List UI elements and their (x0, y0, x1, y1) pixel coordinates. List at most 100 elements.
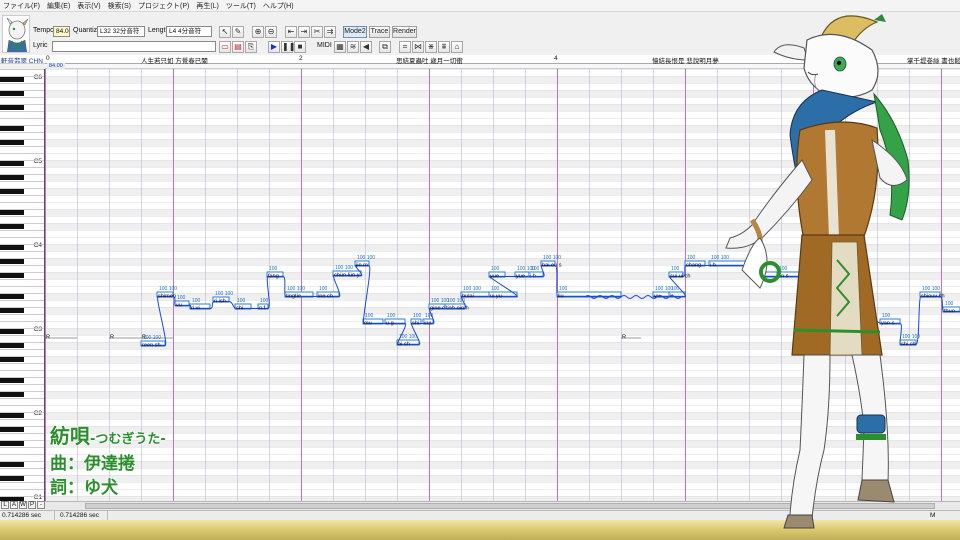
key-divider (0, 83, 44, 84)
piano-roll-canvas[interactable]: R R Rreen sh100 100shimen100 100vu100ri vi… (45, 69, 960, 501)
note-lyric: shi (236, 306, 243, 312)
key-divider (0, 321, 44, 322)
black-key[interactable] (0, 294, 24, 299)
note-lyric: u g (386, 321, 394, 327)
black-key[interactable] (0, 161, 24, 166)
black-key[interactable] (0, 378, 24, 383)
black-key[interactable] (0, 329, 24, 334)
lyric-input[interactable] (52, 41, 216, 52)
key-divider (0, 405, 44, 406)
piano-roll-grid[interactable]: R R Rreen sh 100 100 shimen 100 100 vu 100 ri vi… (45, 69, 960, 501)
transform-icon-2[interactable]: ⌗ (399, 41, 411, 53)
black-key[interactable] (0, 245, 24, 250)
note-velocity: 100 (192, 298, 201, 304)
transform-icon-5[interactable]: ⩩ (438, 41, 450, 53)
black-key[interactable] (0, 224, 24, 229)
menu-edit[interactable]: 編集(E) (47, 1, 70, 11)
black-key[interactable] (0, 427, 24, 432)
black-key[interactable] (0, 259, 24, 264)
speaker-icon[interactable]: ◀ (360, 41, 372, 53)
grid-row (45, 468, 960, 475)
grid-row (45, 223, 960, 230)
render-button[interactable]: Render (392, 26, 417, 38)
transform-icon-6[interactable]: ⌂ (451, 41, 463, 53)
move-right-icon[interactable]: ⇥ (298, 26, 310, 38)
zoom-l-button[interactable]: L (1, 501, 9, 509)
lyric-apply-icon[interactable]: ▭ (219, 41, 231, 53)
quantize-select[interactable]: L32 32分音符 (97, 26, 145, 37)
black-key[interactable] (0, 126, 24, 131)
key-divider (0, 363, 44, 364)
track-name[interactable]: 軒音翡翠 CHN (0, 55, 45, 64)
menu-help[interactable]: ヘルプ(H) (263, 1, 294, 11)
black-key[interactable] (0, 441, 24, 446)
scrollbar-thumb[interactable] (85, 503, 935, 509)
zoom-a-button[interactable]: A (10, 501, 18, 509)
horizontal-scrollbar[interactable] (45, 501, 960, 510)
note-lyric: mu (364, 321, 372, 327)
key-divider (0, 111, 44, 112)
black-key[interactable] (0, 175, 24, 180)
zoom-p-button[interactable]: P (28, 501, 36, 509)
grid-row (45, 321, 960, 328)
split-icon[interactable]: ✂ (311, 26, 323, 38)
lyric-export-icon[interactable]: ⎘ (245, 41, 257, 53)
grid-row (45, 209, 960, 216)
note-velocity: 100 (531, 266, 540, 272)
black-key[interactable] (0, 140, 24, 145)
menu-view[interactable]: 表示(V) (77, 1, 100, 11)
note-velocity: 100 (491, 286, 500, 292)
move-left-icon[interactable]: ⇤ (285, 26, 297, 38)
zoom-w-button[interactable]: W (19, 501, 27, 509)
stop-icon[interactable]: ■ (294, 41, 306, 53)
zoom-in-icon[interactable]: ⊕ (252, 26, 264, 38)
menu-search[interactable]: 検索(S) (108, 1, 131, 11)
timeline-ruler[interactable]: 0 2 4 人生若只如 方覺春已闌 思結夏蟲吐 歲月一切衝 憶結長恨是 悲說明月… (45, 55, 960, 65)
arrow-tool-icon[interactable]: ↖ (219, 26, 231, 38)
grid-row (45, 202, 960, 209)
grid-row (45, 419, 960, 426)
transform-icon-1[interactable]: ⧉ (379, 41, 391, 53)
grid-row (45, 349, 960, 356)
black-key[interactable] (0, 105, 24, 110)
zoom-out-icon[interactable]: ⊖ (265, 26, 277, 38)
black-key[interactable] (0, 343, 24, 348)
midi-wave-icon[interactable]: ≋ (347, 41, 359, 53)
note-lyric: yue (516, 274, 525, 280)
merge-icon[interactable]: ⇉ (324, 26, 336, 38)
midi-grid-icon[interactable]: ▦ (334, 41, 346, 53)
black-key[interactable] (0, 77, 24, 82)
pause-icon[interactable]: ❚❚ (281, 41, 295, 53)
black-key[interactable] (0, 476, 24, 481)
black-key[interactable] (0, 210, 24, 215)
menu-play[interactable]: 再生(L) (196, 1, 219, 11)
black-key[interactable] (0, 413, 24, 418)
length-select[interactable]: L4 4分音符 (166, 26, 212, 37)
black-key[interactable] (0, 462, 24, 467)
black-key[interactable] (0, 392, 24, 397)
lyric-edit-icon[interactable]: ▤ (232, 41, 244, 53)
pencil-tool-icon[interactable]: ✎ (232, 26, 244, 38)
menu-tools[interactable]: ツール(T) (226, 1, 256, 11)
note-lyric: reen sh (142, 343, 161, 349)
transform-icon-4[interactable]: ⋇ (425, 41, 437, 53)
black-key[interactable] (0, 357, 24, 362)
grid-row (45, 482, 960, 489)
status-time-right: 0.714286 sec (58, 511, 108, 520)
play-icon[interactable]: ▶ (268, 41, 280, 53)
zoom-minus-button[interactable]: - (37, 501, 45, 509)
black-key[interactable] (0, 308, 24, 313)
menu-project[interactable]: プロジェクト(P) (138, 1, 189, 11)
black-key[interactable] (0, 91, 24, 96)
mode2-button[interactable]: Mode2 (343, 26, 367, 38)
black-key[interactable] (0, 189, 24, 194)
menu-file[interactable]: ファイル(F) (3, 1, 40, 11)
trace-button[interactable]: Trace (369, 26, 390, 38)
transform-icon-3[interactable]: ⋈ (412, 41, 424, 53)
tempo-input[interactable]: 84.00 (53, 26, 70, 37)
composer-credit: 曲：伊達捲 (50, 454, 135, 474)
grid-row (45, 391, 960, 398)
black-key[interactable] (0, 273, 24, 278)
note-velocity: 100 (751, 266, 760, 272)
piano-keyboard[interactable]: C6 C5 C4 C3 C2 C1 (0, 69, 45, 501)
